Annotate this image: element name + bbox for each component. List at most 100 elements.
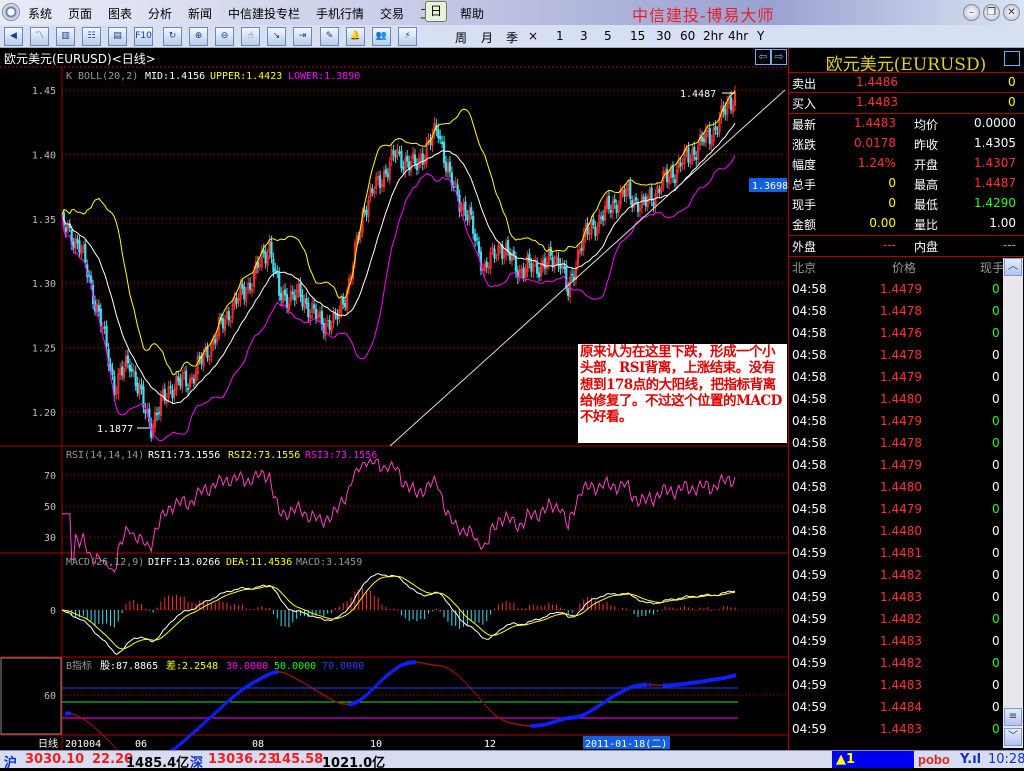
candle-body (666, 169, 668, 182)
minimize-button[interactable]: – (963, 4, 980, 21)
restore-button[interactable]: ❐ (983, 4, 1000, 21)
f10-icon[interactable]: F10 (134, 27, 153, 46)
b-indicator-mark (403, 662, 405, 666)
alert-count[interactable]: ▲1 (836, 752, 855, 767)
candle-body (571, 274, 573, 275)
app-logo-icon[interactable] (2, 3, 20, 21)
candle-body (513, 251, 515, 254)
zoom-out-icon[interactable]: ⊖ (215, 27, 234, 46)
tick-vol: 0 (992, 546, 1000, 560)
b-indicator-mark (465, 682, 467, 684)
b-indicator-mark (180, 742, 182, 746)
b-indicator-mark (459, 676, 461, 678)
alert-bell-icon[interactable]: 🔔 (346, 27, 365, 46)
users-icon[interactable]: 👥 (372, 27, 391, 46)
period-1-button[interactable]: 周 (455, 29, 467, 46)
candle-body (104, 327, 106, 328)
quote-row: 最新 1.4483 均价 0.0000 (792, 116, 1018, 134)
period-day-button[interactable]: 日 (425, 1, 447, 22)
period-10-button[interactable]: 60 (680, 29, 695, 43)
menu-help[interactable]: 帮助 (460, 5, 484, 22)
sz-index: 13036.23 (208, 752, 276, 767)
scroll-down-icon[interactable]: ﹀ (1004, 728, 1022, 746)
period-4-button[interactable]: × (528, 29, 538, 43)
b-indicator-mark (340, 703, 342, 705)
b-indicator-mark (348, 702, 350, 706)
report-icon[interactable]: ▤ (108, 27, 127, 46)
b-indicator-mark (294, 677, 296, 679)
menu-column[interactable]: 中信建投专栏 (228, 5, 300, 22)
b-indicator-mark (639, 683, 641, 687)
period-12-button[interactable]: 4hr (728, 29, 748, 43)
period-8-button[interactable]: 15 (630, 29, 645, 43)
refresh-icon[interactable]: ↻ (163, 27, 182, 46)
period-3-button[interactable]: 季 (506, 29, 518, 46)
b-indicator-mark (207, 718, 209, 722)
b-indicator-mark (286, 673, 288, 675)
maximize-panel-icon[interactable] (1004, 51, 1020, 66)
b-indicator-mark (362, 696, 364, 700)
period-6-button[interactable]: 3 (580, 29, 588, 43)
period-2-button[interactable]: 月 (481, 29, 493, 46)
b-indicator-mark (629, 685, 631, 689)
menu-trade[interactable]: 交易 (380, 5, 404, 22)
tick-price: 1.4479 (880, 282, 922, 296)
pointer-icon[interactable]: ☝ (241, 27, 260, 46)
b-30-value: 30.0000 (226, 661, 268, 672)
b-indicator-mark (259, 677, 261, 681)
quote-value: 0 (888, 176, 896, 190)
outer-inner-row: 外盘 --- 内盘 --- (792, 238, 1018, 256)
b-indicator-mark (593, 707, 595, 711)
kline-icon[interactable]: ▥ (56, 27, 75, 46)
period-13-button[interactable]: Y (757, 29, 764, 43)
draw-icon[interactable]: ✎ (320, 27, 339, 46)
menu-mobile[interactable]: 手机行情 (316, 5, 364, 22)
close-button[interactable]: ✕ (1003, 4, 1020, 21)
b-indicator-mark (434, 664, 436, 666)
b-indicator-mark (100, 733, 102, 735)
tick-price: 1.4484 (880, 700, 922, 714)
b-indicator-mark (449, 669, 451, 671)
candle-body (187, 388, 189, 389)
menu-page[interactable]: 页面 (68, 5, 92, 22)
sz-change: 145.58 (273, 752, 323, 767)
cursor-price-label: 1.3698 (752, 181, 788, 192)
zoom-in-icon[interactable]: ⊕ (189, 27, 208, 46)
candle-body (614, 199, 616, 202)
macd-label: MACD(26,12,9) (66, 557, 144, 568)
b-indicator-mark (660, 685, 662, 687)
b-indicator-mark (224, 702, 226, 706)
table-icon[interactable]: ☷ (82, 27, 101, 46)
line-chart-icon[interactable]: 〽 (30, 27, 49, 46)
b-indicator-mark (443, 666, 445, 668)
b-indicator-mark (412, 660, 414, 664)
tick-price: 1.4479 (880, 414, 922, 428)
b-indicator-mark (484, 704, 486, 706)
menu-analysis[interactable]: 分析 (148, 5, 172, 22)
period-7-button[interactable]: 5 (604, 29, 612, 43)
menu-news[interactable]: 新闻 (188, 5, 212, 22)
b-indicator-mark (707, 678, 709, 682)
b-indicator-mark (94, 727, 96, 729)
annotation-note[interactable]: 原来认为在这里下跌，形成一个小头部，RSI背离，上涨结束。没有想到178点的大阳… (578, 344, 787, 443)
b-indicator-mark (232, 695, 234, 699)
period-5-button[interactable]: 1 (556, 29, 564, 43)
back-icon[interactable]: ◀ (4, 27, 23, 46)
period-9-button[interactable]: 30 (656, 29, 671, 43)
tick-list-scrollbar[interactable]: ︿ ≡ ﹀ (1003, 258, 1023, 748)
quote-value: 1.00 (989, 216, 1016, 230)
scroll-up-icon[interactable]: ︿ (1004, 258, 1022, 276)
b-indicator-mark (69, 712, 71, 716)
candle-body (158, 413, 160, 414)
menu-system[interactable]: 系统 (28, 5, 52, 22)
period-11-button[interactable]: 2hr (703, 29, 723, 43)
quote-label: 昨收 (914, 136, 938, 153)
export-icon[interactable]: ↘ (267, 27, 286, 46)
flash-icon[interactable]: ⚡ (398, 27, 417, 46)
candle-body (544, 258, 546, 268)
b-indicator-mark (267, 673, 269, 677)
import-icon[interactable]: ⇥ (293, 27, 312, 46)
scroll-menu-icon[interactable]: ≡ (1004, 708, 1022, 726)
x-axis-label: 06 (135, 739, 147, 750)
menu-chart[interactable]: 图表 (108, 5, 132, 22)
